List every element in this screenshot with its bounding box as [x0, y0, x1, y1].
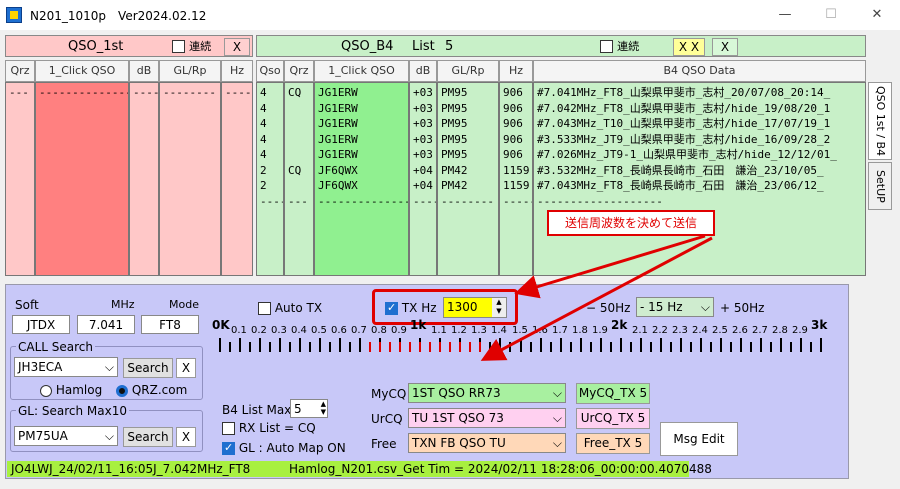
urcq-value: TU 1ST QSO 73 [412, 411, 504, 425]
status-left: JO4LWJ_24/02/11_16:05J_7.042MHz_FT8 [11, 462, 251, 476]
free-label: Free [371, 437, 397, 451]
urcq-select[interactable]: TU 1ST QSO 73 ⌵ [408, 408, 566, 428]
status-right: Hamlog_N201.csv_Get Tim = 2024/02/11 18:… [289, 462, 712, 476]
b4-list-max-label: B4 List Max [222, 403, 292, 417]
chevron-down-icon[interactable]: ⌵ [553, 409, 562, 427]
status-bar: JO4LWJ_24/02/11_16:05J_7.042MHz_FT8 Haml… [7, 461, 712, 477]
mycq-value: 1ST QSO RR73 [412, 386, 501, 400]
gl-map-label: GL : Auto Map ON [238, 441, 346, 455]
mycq-label: MyCQ [371, 387, 407, 401]
rx-list-label: RX List = CQ [238, 421, 316, 435]
gl-map-checkbox[interactable]: GL : Auto Map ON [222, 441, 346, 455]
arrow-to-scale [480, 236, 713, 361]
chevron-down-icon[interactable]: ⌵ [553, 384, 562, 402]
b4-list-max-value: 5 [294, 402, 302, 416]
arrow-to-txhz [514, 234, 706, 299]
checkbox[interactable] [222, 422, 235, 435]
checkbox-checked-icon[interactable] [222, 441, 235, 455]
msg-edit-button[interactable]: Msg Edit [660, 422, 738, 456]
spinner-icon[interactable]: ▲ ▼ [321, 400, 326, 416]
free-select[interactable]: TXN FB QSO TU ⌵ [408, 433, 566, 453]
urcq-label: UrCQ [371, 412, 403, 426]
mycq-select[interactable]: 1ST QSO RR73 ⌵ [408, 383, 566, 403]
rx-list-checkbox[interactable]: RX List = CQ [222, 421, 316, 435]
b4-list-max-input[interactable]: 5 ▲ ▼ [290, 399, 328, 418]
free-tx-button[interactable]: Free_TX 5 [576, 433, 650, 454]
chevron-down-icon[interactable]: ⌵ [553, 434, 562, 452]
urcq-tx-button[interactable]: UrCQ_TX 5 [576, 408, 650, 429]
free-value: TXN FB QSO TU [412, 436, 506, 450]
mycq-tx-button[interactable]: MyCQ_TX 5 [576, 383, 650, 404]
